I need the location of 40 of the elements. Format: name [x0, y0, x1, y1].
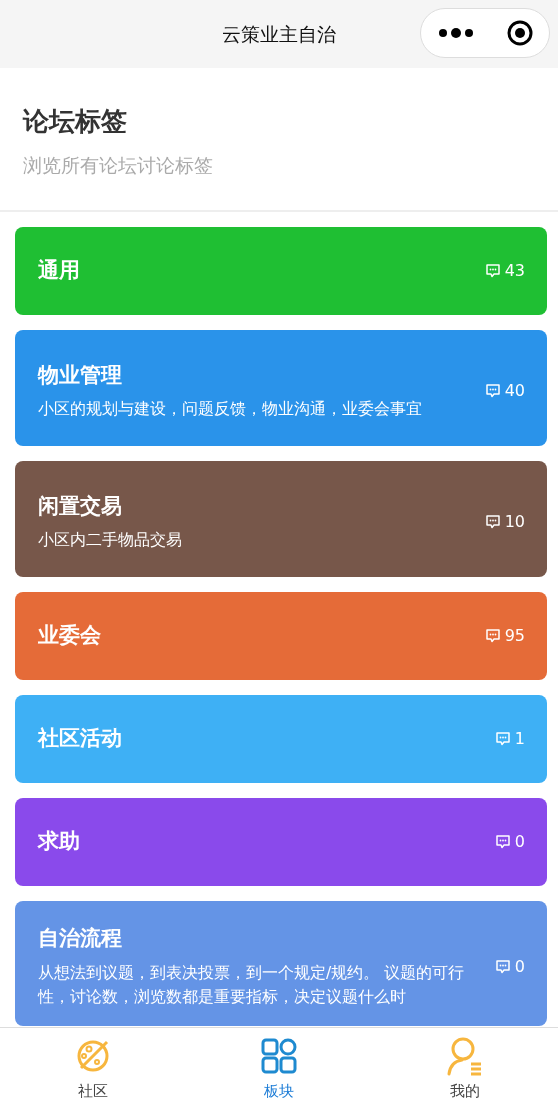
tag-card[interactable]: 闲置交易 小区内二手物品交易 10 — [15, 461, 547, 577]
tab-item[interactable]: 社区 — [0, 1028, 186, 1112]
tag-card[interactable]: 社区活动 1 — [15, 695, 547, 783]
tag-card[interactable]: 自治流程 从想法到议题，到表决投票，到一个规定/规约。 议题的可行性，讨论数，浏览数都是重要指标，决定议题什么时 0 — [15, 901, 547, 1027]
tag-card[interactable]: 通用 43 — [15, 227, 547, 315]
post-count: 40 — [504, 380, 525, 402]
close-icon[interactable] — [506, 20, 533, 46]
post-count: 43 — [504, 260, 525, 282]
page-subtitle: 浏览所有论坛讨论标签 — [23, 153, 214, 178]
tab-item[interactable]: 我的 — [372, 1028, 558, 1112]
comment-icon — [494, 958, 511, 975]
tag-card[interactable]: 物业管理 小区的规划与建设，问题反馈，物业沟通，业委会事宜 40 — [15, 330, 547, 446]
post-count: 95 — [504, 625, 525, 647]
comment-icon — [494, 731, 511, 747]
tag-name: 社区活动 — [38, 725, 123, 753]
grid-icon — [259, 1036, 299, 1076]
tag-name: 求助 — [38, 828, 81, 856]
comment-icon — [484, 263, 501, 279]
tag-name: 闲置交易 — [38, 492, 123, 520]
tag-name: 业委会 — [38, 622, 102, 650]
comment-icon — [494, 834, 511, 850]
window-title: 云策业主自治 — [222, 21, 336, 47]
tag-card[interactable]: 求助 0 — [15, 798, 547, 886]
tag-description: 小区内二手物品交易 — [38, 530, 183, 552]
page-title: 论坛标签 — [23, 105, 128, 138]
more-icon[interactable] — [437, 27, 474, 39]
post-count: 0 — [514, 831, 525, 853]
tag-name: 自治流程 — [38, 925, 123, 952]
post-count: 1 — [514, 728, 525, 750]
comment-icon — [484, 383, 501, 399]
tag-description: 从想法到议题，到表决投票，到一个规定/规约。 议题的可行性，讨论数，浏览数都是重要指标，决定议题什么时 — [38, 962, 466, 1009]
comment-icon — [484, 628, 501, 644]
comment-icon — [484, 514, 501, 530]
tab-item[interactable]: 板块 — [186, 1028, 372, 1112]
post-count: 10 — [504, 511, 525, 533]
tag-name: 通用 — [38, 257, 81, 285]
tag-name: 物业管理 — [38, 361, 123, 389]
tag-description: 小区的规划与建设，问题反馈，物业沟通，业委会事宜 — [38, 399, 423, 421]
tag-card[interactable]: 业委会 95 — [15, 592, 547, 680]
post-count: 0 — [514, 955, 525, 978]
